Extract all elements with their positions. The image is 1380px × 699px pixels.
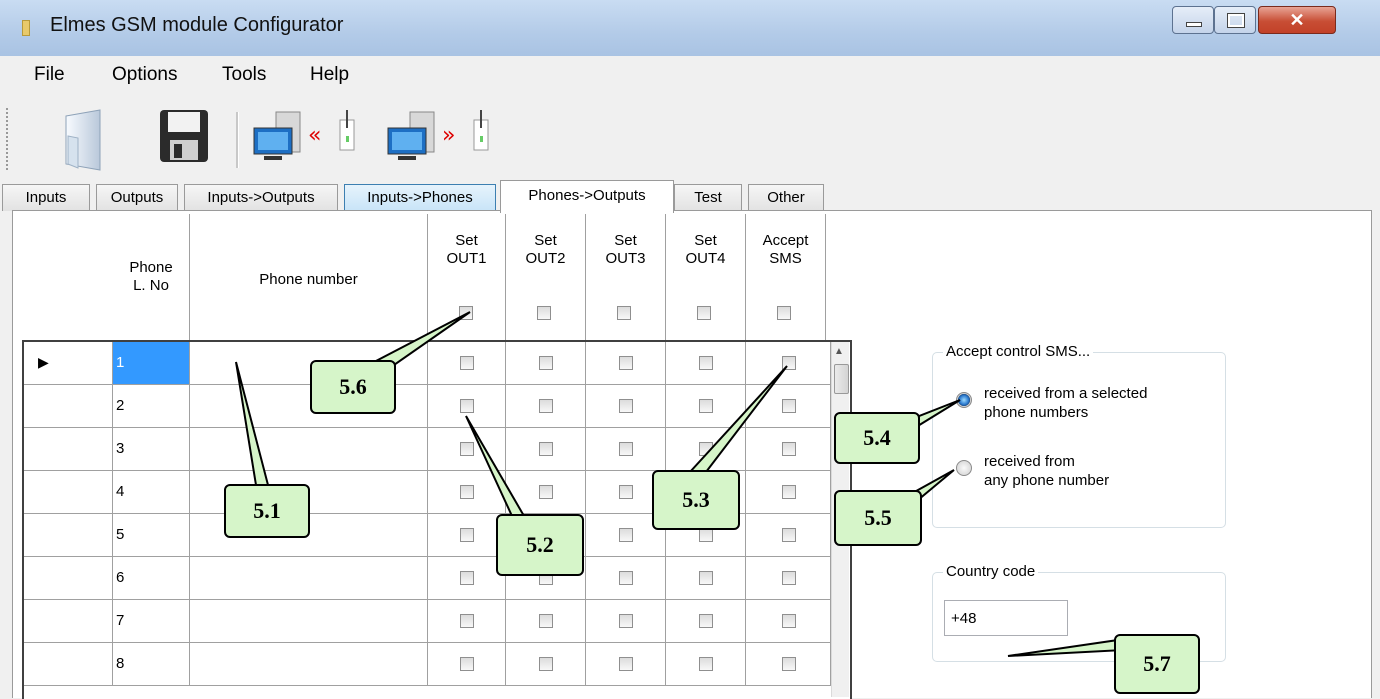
- callout-5-1: 5.1: [224, 484, 310, 538]
- callout-5-3: 5.3: [652, 470, 740, 530]
- callout-5-2: 5.2: [496, 514, 584, 576]
- callout-5-7-pointer: [1007, 638, 1126, 657]
- callout-5-1-pointer: [235, 361, 270, 486]
- callout-5-6: 5.6: [310, 360, 396, 414]
- callout-5-3-pointer: [687, 365, 788, 473]
- callout-5-2-pointer: [465, 415, 526, 517]
- tab-phones-outputs[interactable]: Phones->Outputs: [500, 180, 674, 213]
- callout-pointers: [235, 311, 1126, 657]
- callout-5-5: 5.5: [834, 490, 922, 546]
- callout-5-4: 5.4: [834, 412, 920, 464]
- callout-5-7: 5.7: [1114, 634, 1200, 694]
